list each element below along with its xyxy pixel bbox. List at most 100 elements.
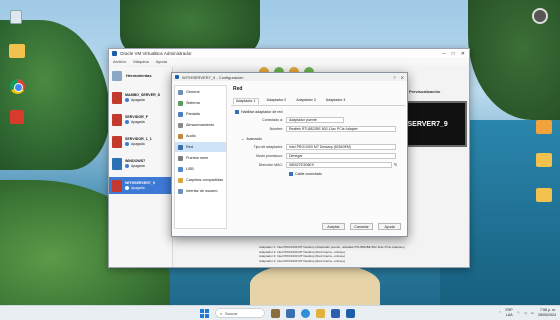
nav-system[interactable]: Sistema: [175, 98, 226, 108]
system-icon: [178, 100, 183, 106]
tab-adapter-1[interactable]: Adaptador 1: [233, 98, 259, 105]
menu-maquina[interactable]: Máquina: [133, 59, 148, 64]
nav-audio[interactable]: Audio: [175, 131, 226, 141]
widgets-icon[interactable]: [271, 308, 280, 318]
menu-archivo[interactable]: Archivo: [113, 59, 126, 64]
refresh-mac-icon[interactable]: ↻: [394, 162, 397, 167]
adapter-type-select[interactable]: Intel PRO/1000 MT Desktop (82540EM): [286, 143, 396, 150]
search-placeholder: Buscar: [225, 310, 238, 316]
powered-off-icon: [125, 142, 129, 146]
nav-usb[interactable]: USB: [175, 164, 226, 174]
store-icon[interactable]: [331, 308, 340, 318]
name-row: Nombre: Realtek RTL8822BE 802.11ac PCIe …: [231, 125, 405, 132]
nav-label: Sistema: [186, 101, 200, 105]
user-interface-icon: [178, 188, 183, 194]
nav-serial-ports[interactable]: Puertos serie: [175, 153, 226, 163]
language-indicator[interactable]: ESP LAA: [505, 308, 512, 317]
adapter-type-label: Tipo de adaptador:: [253, 144, 283, 149]
clock[interactable]: 7:58 p. m. 28/05/2024: [538, 308, 556, 317]
cable-connected-checkbox[interactable]: [289, 172, 293, 176]
nav-label: Puertos serie: [186, 156, 209, 160]
advanced-toggle[interactable]: ⌄ Avanzado: [241, 136, 405, 141]
virtualbox-taskbar-icon[interactable]: [346, 308, 355, 318]
promiscuous-row: Modo promiscuo: Denegar: [231, 152, 405, 159]
nav-storage[interactable]: Almacenamiento: [175, 120, 226, 130]
tools-item[interactable]: Herramientas: [109, 67, 172, 84]
lang-bottom: LAA: [505, 312, 513, 317]
nav-general[interactable]: General: [175, 87, 226, 97]
tab-adapter-4[interactable]: Adaptador 4: [324, 98, 348, 105]
nav-user-interface[interactable]: Interfaz de usuario: [175, 186, 226, 196]
settings-icon[interactable]: [532, 8, 548, 24]
network-icon: [178, 144, 183, 150]
vm-list-item-selected[interactable]: WITHSERVER7_9 Apagada: [109, 177, 172, 194]
dialog-titlebar: WITHSERVER7_9 - Configuración ? ✕: [172, 73, 407, 81]
close-icon[interactable]: ✕: [401, 75, 404, 80]
vm-name: WITHSERVER7_9: [125, 181, 155, 185]
vm-list-item[interactable]: SERVIDOR_1_1 Apagada: [109, 133, 172, 150]
vm-state: Apagada: [131, 98, 145, 102]
ok-button[interactable]: Aceptar: [322, 223, 345, 230]
minimize-icon[interactable]: ─: [442, 51, 446, 57]
adapter-tabs: Adaptador 1 Adaptador 2 Adaptador 3 Adap…: [231, 98, 405, 106]
help-icon[interactable]: ?: [393, 75, 395, 80]
vm-os-icon: [112, 91, 122, 104]
nav-shared-folders[interactable]: Carpetas compartidas: [175, 175, 226, 185]
folder-icon[interactable]: [9, 44, 25, 58]
taskbar: ⌕ Buscar ⌃ ESP LAA ◠ ◁ ▭ 7:58 p. m. 28/0…: [0, 305, 560, 320]
usb-icon: [178, 166, 183, 172]
volume-icon[interactable]: ◁: [524, 311, 527, 315]
search-input[interactable]: ⌕ Buscar: [215, 308, 265, 318]
preview-header: Previsualización: [409, 89, 441, 94]
nav-label: Pantalla: [186, 112, 200, 116]
battery-icon[interactable]: ▭: [531, 311, 534, 315]
maximize-icon[interactable]: □: [452, 51, 455, 57]
powered-off-icon: [125, 98, 129, 102]
close-icon[interactable]: ✕: [461, 51, 465, 57]
chrome-icon[interactable]: [10, 79, 25, 94]
mac-input[interactable]: 080027E3D6E9: [286, 161, 392, 168]
promiscuous-select[interactable]: Denegar: [286, 152, 396, 159]
attached-to-select[interactable]: Adaptador puente: [286, 116, 344, 123]
tab-adapter-2[interactable]: Adaptador 2: [265, 98, 289, 105]
display-icon: [178, 111, 183, 117]
folder-icon[interactable]: [536, 188, 552, 202]
vm-list-item[interactable]: MAMBO_SERVER_D Apagada: [109, 89, 172, 106]
start-icon[interactable]: [200, 308, 209, 318]
taskbar-apps: ⌕ Buscar: [200, 308, 355, 318]
vm-list-item[interactable]: SERVIDOR_F Apagada: [109, 111, 172, 128]
nav-label: Red: [186, 145, 193, 149]
chevron-up-icon[interactable]: ⌃: [498, 311, 501, 315]
app-shortcut-icon[interactable]: [10, 110, 24, 124]
enable-adapter-checkbox[interactable]: [235, 110, 239, 114]
wifi-icon[interactable]: ◠: [517, 311, 520, 315]
file-explorer-icon[interactable]: [316, 308, 325, 318]
menu-ayuda[interactable]: Ayuda: [156, 59, 167, 64]
section-title: Red: [233, 86, 243, 92]
folder-icon[interactable]: [536, 153, 552, 167]
vm-name: MAMBO_SERVER_D: [125, 93, 161, 97]
nav-label: Audio: [186, 134, 196, 138]
vm-list-sidebar: Herramientas MAMBO_SERVER_D Apagada SERV…: [109, 67, 173, 267]
nav-network[interactable]: Red: [175, 142, 226, 152]
nav-display[interactable]: Pantalla: [175, 109, 226, 119]
wallpaper-beach: [250, 262, 380, 305]
recycle-bin-icon[interactable]: [10, 10, 22, 24]
advanced-label: Avanzado: [246, 136, 262, 141]
cable-connected-label: Cable conectado: [295, 172, 322, 176]
help-button[interactable]: Ayuda: [378, 223, 401, 230]
task-view-icon[interactable]: [286, 308, 295, 318]
mac-label: Dirección MAC:: [258, 162, 283, 167]
tab-adapter-3[interactable]: Adaptador 3: [294, 98, 318, 105]
audio-icon: [178, 133, 183, 139]
name-select[interactable]: Realtek RTL8822BE 802.11ac PCIe Adapter: [286, 125, 396, 132]
cancel-button[interactable]: Cancelar: [350, 223, 373, 230]
vm-os-icon: [112, 135, 122, 148]
edge-icon[interactable]: [301, 308, 310, 318]
vm-name: SERVIDOR_F: [125, 115, 148, 119]
virtualbox-icon: [175, 75, 179, 79]
powered-off-icon: [125, 164, 129, 168]
vm-list-item[interactable]: WINDOWS7 Apagada: [109, 155, 172, 172]
promiscuous-label: Modo promiscuo:: [256, 153, 283, 158]
folder-icon[interactable]: [536, 120, 552, 134]
